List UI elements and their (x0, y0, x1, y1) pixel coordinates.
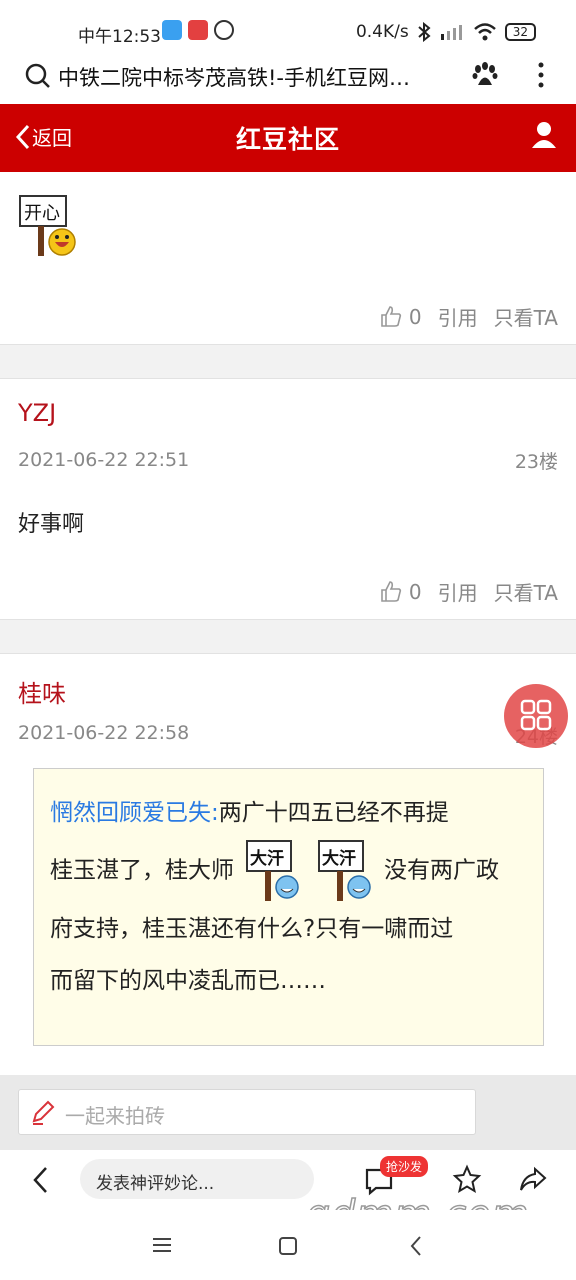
back-icon[interactable] (408, 1235, 424, 1257)
quote-text-line: 府支持，桂玉湛还有什么?只有一啸而过 (50, 916, 454, 942)
quote-text-line: 而留下的风中凌乱而已…… (50, 968, 326, 994)
net-speed: 0.4K/s (355, 22, 409, 42)
more-menu-icon[interactable] (534, 60, 548, 90)
post-content: 好事啊 (18, 512, 85, 537)
quote-text-line: 桂玉湛了，桂大师 (50, 857, 234, 884)
post-username[interactable]: 桂味 (18, 674, 66, 709)
like-button[interactable]: 0 (379, 580, 422, 604)
bluetooth-icon (418, 22, 431, 42)
post-separator (0, 344, 576, 379)
like-button[interactable]: 0 (379, 305, 422, 329)
wifi-icon (473, 23, 496, 41)
floating-menu-button[interactable] (504, 684, 568, 748)
post-datetime: 2021-06-22 22:51 (18, 449, 190, 471)
share-icon[interactable] (518, 1164, 548, 1194)
quote-button[interactable]: 引用 (438, 577, 478, 606)
post-floor: 23楼 (514, 451, 558, 473)
baidu-paw-icon[interactable] (470, 60, 500, 90)
quote-text-line: 两广十四五已经不再提 (218, 800, 449, 826)
star-icon[interactable] (452, 1164, 482, 1194)
pencil-icon (32, 1100, 55, 1125)
sign-text: 大汗 (250, 848, 284, 869)
reply-placeholder: 一起来拍砖 (65, 1104, 165, 1128)
quote-button[interactable]: 引用 (438, 302, 478, 331)
like-count: 0 (408, 304, 422, 329)
sweat-sign-emoticon: 大汗 (317, 840, 371, 901)
battery-indicator: 32 (504, 23, 536, 41)
only-author-button[interactable]: 只看TA (494, 302, 558, 331)
like-count: 0 (408, 579, 422, 604)
squirrel-icon (214, 20, 234, 40)
back-arrow-icon[interactable] (30, 1166, 52, 1194)
post-23: YZJ 2021-06-22 22:51 23楼 好事啊 0 引用 只看TA (0, 379, 576, 619)
quote-text-line: 没有两广政 (383, 857, 499, 884)
browser-address-bar[interactable]: 中铁二院中标岑茂高铁!-手机红豆网… (0, 50, 576, 104)
thumbs-up-icon (381, 305, 402, 327)
only-author-button[interactable]: 只看TA (494, 577, 558, 606)
reply-input[interactable]: 一起来拍砖 (18, 1089, 476, 1135)
post-datetime: 2021-06-22 22:58 (18, 722, 190, 744)
sign-text: 大汗 (322, 848, 356, 869)
app-header: 返回 红豆社区 (0, 104, 576, 172)
notification-icons (162, 20, 234, 40)
post-previous: 开心 0 引用 只看TA (0, 172, 576, 344)
page-title[interactable]: 中铁二院中标岑茂高铁!-手机红豆网… (58, 62, 458, 92)
post-separator (0, 619, 576, 654)
happy-sign-emoticon: 开心 (19, 195, 76, 256)
quoted-author[interactable]: 惘然回顾爱已失: (50, 800, 219, 826)
menu-icon[interactable] (152, 1236, 172, 1254)
home-icon[interactable] (278, 1236, 298, 1256)
status-time: 中午12:53 (78, 27, 161, 47)
comment-badge: 抢沙发 (380, 1156, 429, 1177)
sign-text: 开心 (24, 203, 60, 224)
app-notification-icon (188, 20, 208, 40)
user-icon[interactable] (530, 120, 558, 150)
system-nav-bar (0, 1210, 576, 1280)
signal-icon (440, 25, 462, 40)
quoted-reply: 惘然回顾爱已失:两广十四五已经不再提 桂玉湛了，桂大师 大汗 大汗 没有两广政 … (33, 768, 544, 1046)
page-heading: 红豆社区 (235, 125, 340, 154)
search-icon[interactable] (24, 62, 52, 90)
thumbs-up-icon (381, 580, 402, 602)
comment-input[interactable]: 发表神评妙论... (80, 1159, 314, 1199)
post-actions: 0 引用 只看TA (379, 577, 558, 606)
post-username[interactable]: YZJ (18, 399, 56, 427)
reply-bar: 一起来拍砖 (0, 1075, 576, 1150)
sweat-sign-emoticon: 大汗 (246, 840, 300, 901)
app-notification-icon (162, 20, 182, 40)
post-actions: 0 引用 只看TA (379, 302, 558, 331)
grid-icon (520, 699, 552, 731)
